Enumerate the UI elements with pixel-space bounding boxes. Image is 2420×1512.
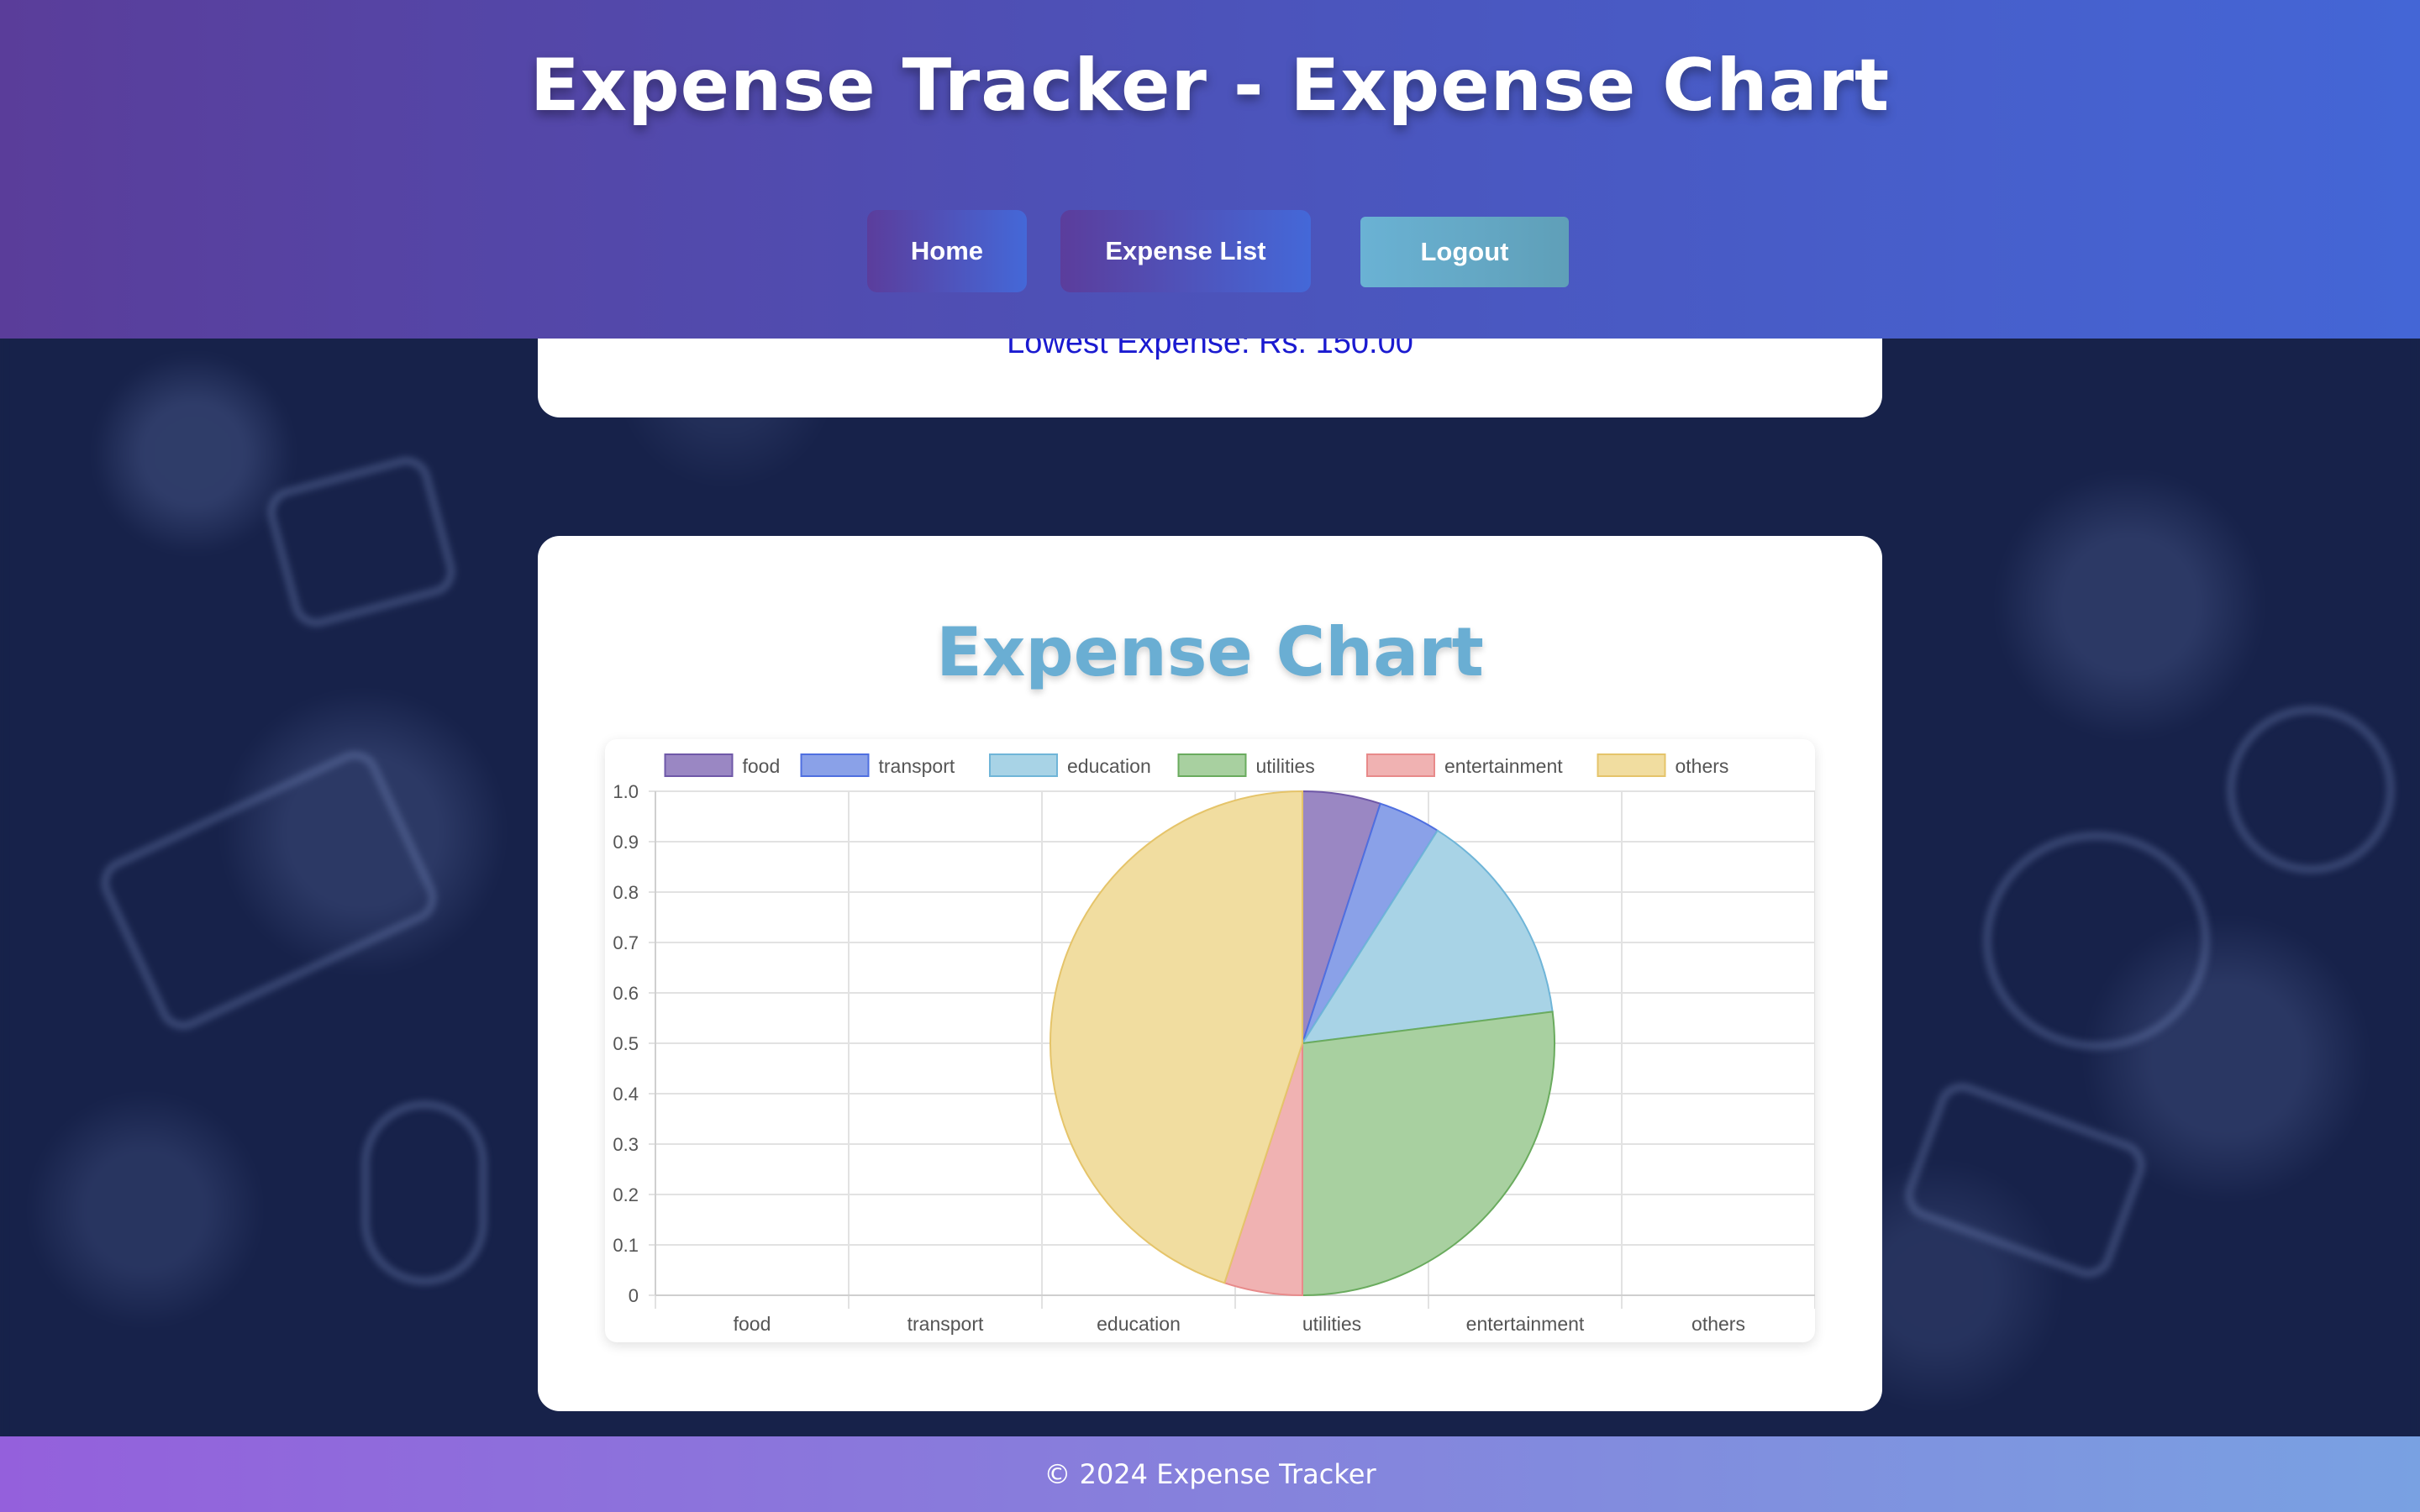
x-tick-label: others	[1691, 1313, 1745, 1335]
y-tick-label: 1.0	[613, 781, 639, 802]
lightbulb-doodle-icon	[361, 1100, 487, 1285]
legend-swatch	[800, 753, 870, 777]
y-tick-label: 0.1	[613, 1235, 639, 1256]
pie-slice-utilities	[1302, 1011, 1555, 1297]
y-tick-label: 0	[629, 1285, 639, 1306]
coin-doodle-icon	[2227, 706, 2395, 874]
chart-container: 1.0 0.9 0.8 0.7 0.6 0.5 0.4 0.3 0.2 0.1 0 food trans…	[605, 739, 1815, 1342]
footer: © 2024 Expense Tracker	[0, 1436, 2420, 1512]
legend-label: education	[1067, 755, 1151, 777]
y-tick-label: 0.8	[613, 882, 639, 903]
legend-swatch	[1597, 753, 1666, 777]
legend-swatch	[1177, 753, 1247, 777]
y-tick-label: 0.3	[613, 1134, 639, 1155]
main-nav: Home Expense List Logout	[0, 210, 2420, 294]
x-tick-label: utilities	[1302, 1313, 1361, 1335]
money-bag-doodle-icon	[1983, 832, 2210, 1050]
legend-label: utilities	[1256, 755, 1315, 777]
x-tick-label: transport	[908, 1313, 984, 1335]
legend-label: transport	[879, 755, 955, 777]
expense-list-button[interactable]: Expense List	[1060, 210, 1311, 292]
y-tick-label: 0.6	[613, 983, 639, 1004]
expense-pie-chart: 1.0 0.9 0.8 0.7 0.6 0.5 0.4 0.3 0.2 0.1 0 food trans…	[613, 753, 1815, 1335]
legend-label: entertainment	[1444, 755, 1563, 777]
y-tick-label: 0.7	[613, 932, 639, 953]
y-tick-label: 0.5	[613, 1033, 639, 1054]
legend-swatch	[989, 753, 1058, 777]
legend-label: others	[1676, 755, 1729, 777]
legend-swatch	[1366, 753, 1435, 777]
x-tick-label: entertainment	[1466, 1313, 1585, 1335]
x-tick-label: food	[734, 1313, 771, 1335]
logout-button[interactable]: Logout	[1360, 217, 1569, 287]
legend-swatch	[664, 753, 734, 777]
legend-label: food	[743, 755, 781, 777]
chart-card: Expense Chart 1.0 0.9 0.8 0.7 0.6 0.5 0.4 0.3 0.…	[538, 536, 1882, 1411]
chart-heading: Expense Chart	[936, 613, 1484, 691]
page-title: Expense Tracker - Expense Chart	[529, 44, 1891, 128]
y-tick-label: 0.4	[613, 1084, 639, 1105]
y-tick-label: 0.9	[613, 832, 639, 853]
home-button[interactable]: Home	[867, 210, 1027, 292]
y-tick-label: 0.2	[613, 1184, 639, 1205]
app-header: Expense Tracker - Expense Chart Home Exp…	[0, 0, 2420, 339]
x-tick-label: education	[1097, 1313, 1181, 1335]
